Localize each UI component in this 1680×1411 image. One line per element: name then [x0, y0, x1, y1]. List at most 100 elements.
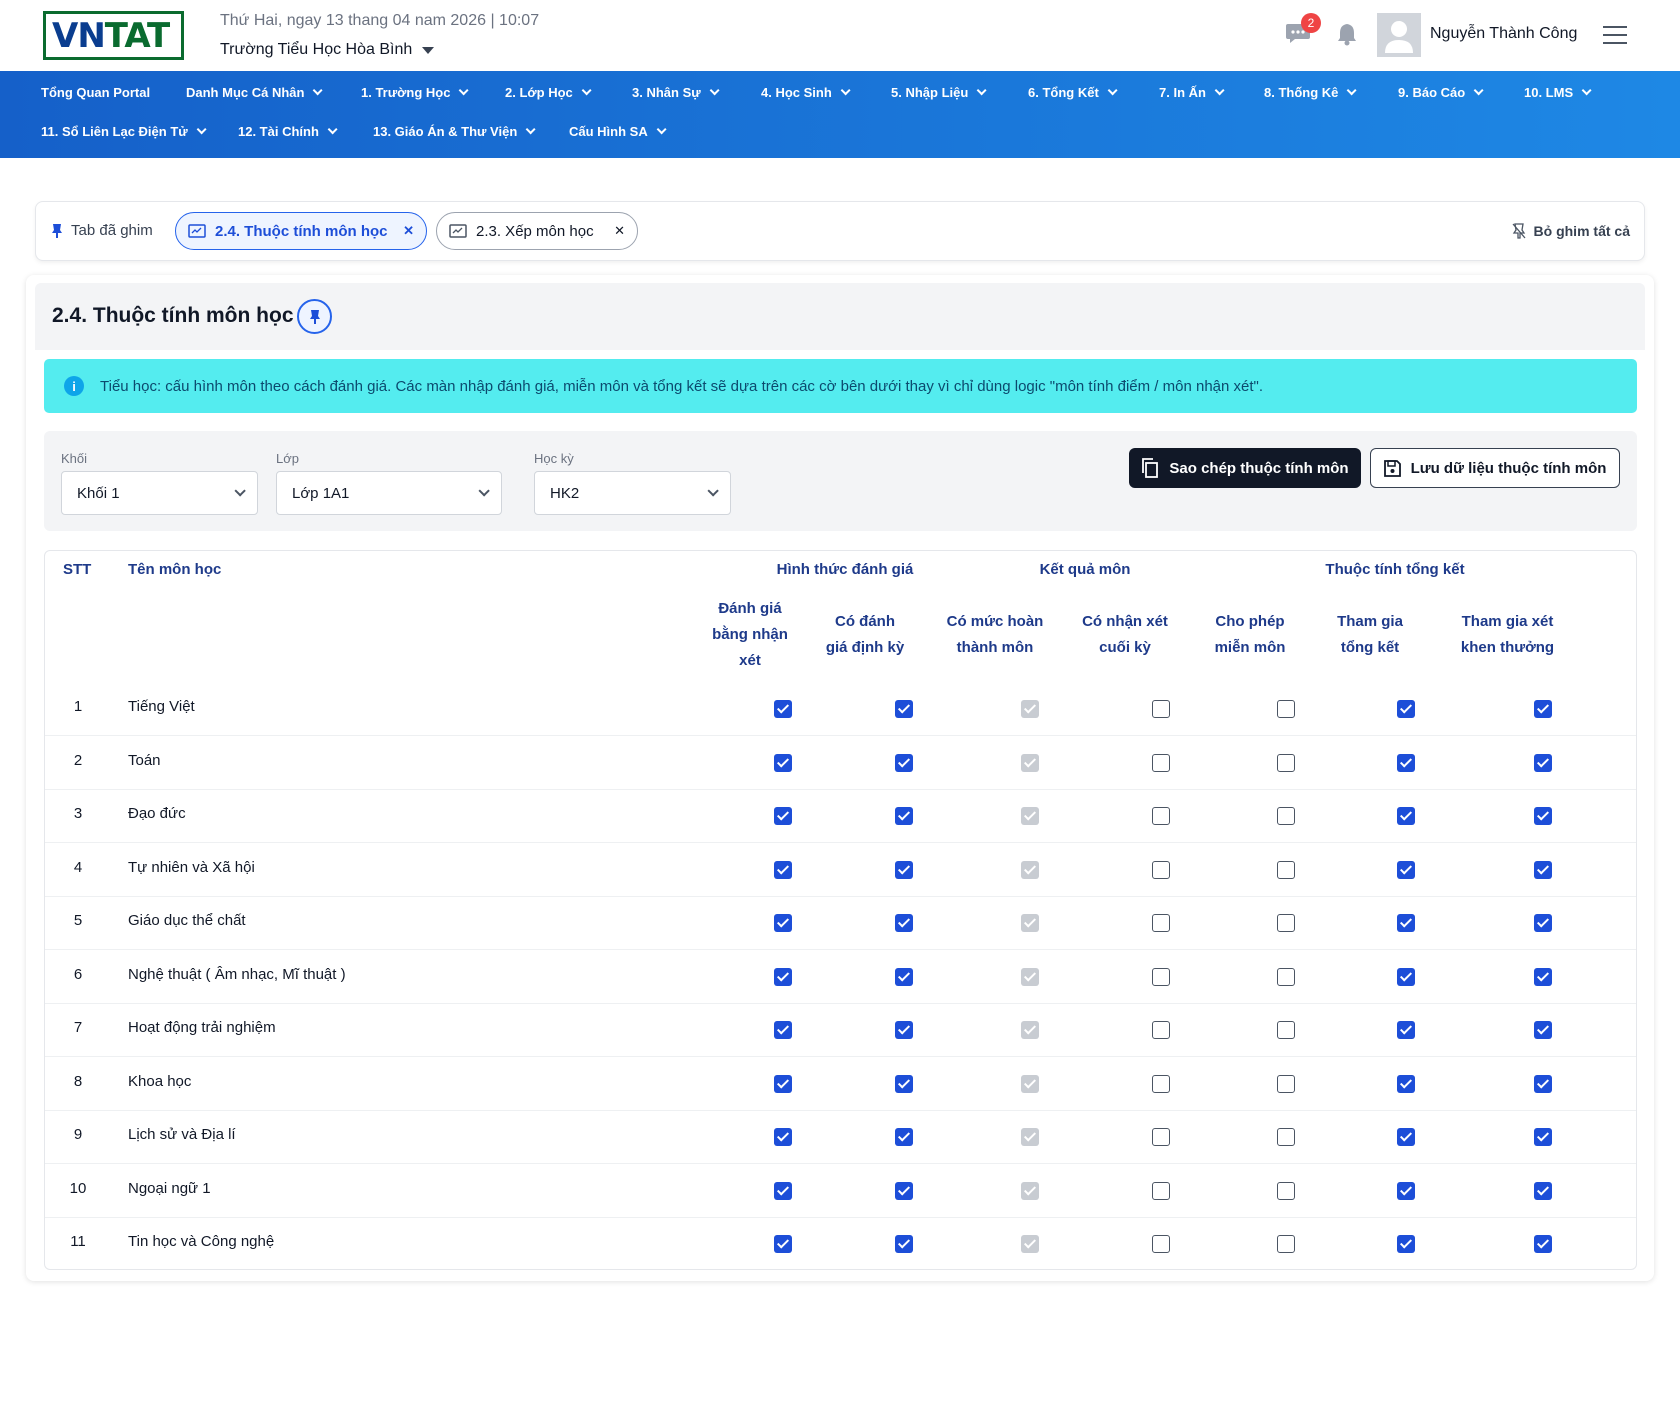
attribute-checkbox[interactable] [1534, 1021, 1552, 1039]
copy-attributes-button[interactable]: Sao chép thuộc tính môn [1129, 448, 1361, 488]
attribute-checkbox[interactable] [774, 753, 792, 772]
attribute-checkbox[interactable] [1277, 807, 1295, 825]
attribute-checkbox[interactable] [1397, 700, 1415, 718]
attribute-checkbox[interactable] [1152, 1235, 1170, 1253]
tab-thuoc-tinh-mon-hoc[interactable]: 2.4. Thuộc tính môn học ✕ [175, 212, 427, 250]
nav-truong-hoc[interactable]: 1. Trường Học [361, 85, 470, 100]
attribute-checkbox[interactable] [895, 700, 913, 718]
nav-giao-an[interactable]: 13. Giáo Án & Thư Viện [373, 124, 536, 139]
attribute-checkbox[interactable] [1152, 860, 1170, 879]
save-attributes-button[interactable]: Lưu dữ liệu thuộc tính môn [1370, 448, 1620, 488]
attribute-checkbox[interactable] [1534, 807, 1552, 825]
close-icon[interactable]: ✕ [403, 223, 414, 239]
attribute-checkbox[interactable] [1277, 753, 1295, 772]
attribute-checkbox[interactable] [1152, 753, 1170, 772]
attribute-checkbox[interactable] [895, 1128, 913, 1146]
attribute-checkbox[interactable] [774, 807, 792, 825]
lop-select[interactable]: Lớp 1A1 [276, 471, 502, 515]
attribute-checkbox[interactable] [774, 967, 792, 986]
attribute-checkbox[interactable] [1152, 914, 1170, 932]
nav-hoc-sinh[interactable]: 4. Học Sinh [761, 85, 851, 100]
attribute-checkbox[interactable] [1152, 1181, 1170, 1200]
close-icon[interactable]: ✕ [614, 223, 625, 239]
attribute-checkbox[interactable] [1152, 967, 1170, 986]
attribute-checkbox[interactable] [1152, 1074, 1170, 1093]
nav-tai-chinh[interactable]: 12. Tài Chính [238, 124, 338, 139]
avatar[interactable] [1377, 13, 1421, 57]
attribute-checkbox[interactable] [1534, 753, 1552, 772]
attribute-checkbox[interactable] [1534, 1074, 1552, 1093]
khoi-select[interactable]: Khối 1 [61, 471, 258, 515]
attribute-checkbox[interactable] [1277, 1181, 1295, 1200]
nav-lop-hoc[interactable]: 2. Lớp Học [505, 85, 592, 100]
attribute-checkbox[interactable] [1534, 1235, 1552, 1253]
nav-bao-cao[interactable]: 9. Báo Cáo [1398, 85, 1484, 100]
attribute-checkbox[interactable] [1277, 967, 1295, 986]
bell-icon[interactable] [1336, 22, 1358, 46]
nav-tong-quan-portal[interactable]: Tổng Quan Portal [41, 85, 150, 100]
attribute-checkbox[interactable] [895, 1235, 913, 1253]
attribute-checkbox[interactable] [1534, 1181, 1552, 1200]
attribute-checkbox[interactable] [895, 1181, 913, 1200]
nav-so-lien-lac[interactable]: 11. Sổ Liên Lạc Điện Tử [41, 124, 207, 139]
attribute-checkbox[interactable] [1397, 860, 1415, 879]
unpin-all-button[interactable]: Bỏ ghim tất cả [1512, 223, 1630, 239]
nav-lms[interactable]: 10. LMS [1524, 85, 1592, 100]
attribute-checkbox[interactable] [774, 1074, 792, 1093]
attribute-checkbox[interactable] [1534, 1128, 1552, 1146]
attribute-checkbox[interactable] [1277, 1021, 1295, 1039]
attribute-checkbox[interactable] [1152, 807, 1170, 825]
attribute-checkbox[interactable] [1397, 914, 1415, 932]
nav-nhan-su[interactable]: 3. Nhân Sự [632, 85, 720, 100]
hamburger-menu-icon[interactable] [1603, 26, 1627, 44]
attribute-checkbox[interactable] [1152, 1128, 1170, 1146]
pin-page-button[interactable] [297, 299, 332, 334]
attribute-checkbox[interactable] [1534, 967, 1552, 986]
attribute-checkbox[interactable] [774, 860, 792, 879]
attribute-checkbox[interactable] [895, 807, 913, 825]
school-logo[interactable]: VNTAT [43, 11, 184, 60]
attribute-checkbox[interactable] [1534, 700, 1552, 718]
attribute-checkbox[interactable] [1397, 1074, 1415, 1093]
nav-cau-hinh-sa[interactable]: Cấu Hình SA [569, 124, 667, 139]
attribute-checkbox[interactable] [1152, 700, 1170, 718]
attribute-checkbox[interactable] [774, 1181, 792, 1200]
hocky-select[interactable]: HK2 [534, 471, 731, 515]
nav-thong-ke[interactable]: 8. Thống Kê [1264, 85, 1357, 100]
attribute-checkbox[interactable] [774, 1128, 792, 1146]
attribute-checkbox[interactable] [1534, 914, 1552, 932]
attribute-checkbox[interactable] [895, 753, 913, 772]
tab-xep-mon-hoc[interactable]: 2.3. Xếp môn học ✕ [436, 212, 638, 250]
nav-tong-ket[interactable]: 6. Tổng Kết [1028, 85, 1118, 100]
attribute-checkbox[interactable] [1397, 1021, 1415, 1039]
nav-danh-muc-ca-nhan[interactable]: Danh Mục Cá Nhân [186, 85, 324, 100]
attribute-checkbox[interactable] [895, 860, 913, 879]
nav-nhap-lieu[interactable]: 5. Nhập Liệu [891, 85, 987, 100]
attribute-checkbox[interactable] [1397, 1181, 1415, 1200]
attribute-checkbox[interactable] [1277, 700, 1295, 718]
attribute-checkbox[interactable] [774, 700, 792, 718]
attribute-checkbox[interactable] [774, 1235, 792, 1253]
attribute-checkbox[interactable] [1277, 860, 1295, 879]
attribute-checkbox[interactable] [895, 1021, 913, 1039]
attribute-checkbox[interactable] [1277, 1235, 1295, 1253]
attribute-checkbox[interactable] [1534, 860, 1552, 879]
attribute-checkbox[interactable] [1152, 1021, 1170, 1039]
attribute-checkbox[interactable] [895, 914, 913, 932]
nav-in-an[interactable]: 7. In Ấn [1159, 85, 1225, 100]
attribute-checkbox [1021, 1235, 1039, 1253]
attribute-checkbox[interactable] [895, 967, 913, 986]
attribute-checkbox[interactable] [1277, 914, 1295, 932]
attribute-checkbox[interactable] [1397, 753, 1415, 772]
attribute-checkbox[interactable] [895, 1074, 913, 1093]
attribute-checkbox[interactable] [1397, 1128, 1415, 1146]
attribute-checkbox[interactable] [1397, 967, 1415, 986]
school-selector[interactable]: Trường Tiểu Học Hòa Bình [220, 41, 435, 59]
attribute-checkbox[interactable] [1277, 1074, 1295, 1093]
attribute-checkbox[interactable] [774, 1021, 792, 1039]
attribute-checkbox[interactable] [1397, 1235, 1415, 1253]
attribute-checkbox[interactable] [774, 914, 792, 932]
user-name[interactable]: Nguyễn Thành Công [1430, 25, 1577, 43]
attribute-checkbox[interactable] [1397, 807, 1415, 825]
attribute-checkbox[interactable] [1277, 1128, 1295, 1146]
